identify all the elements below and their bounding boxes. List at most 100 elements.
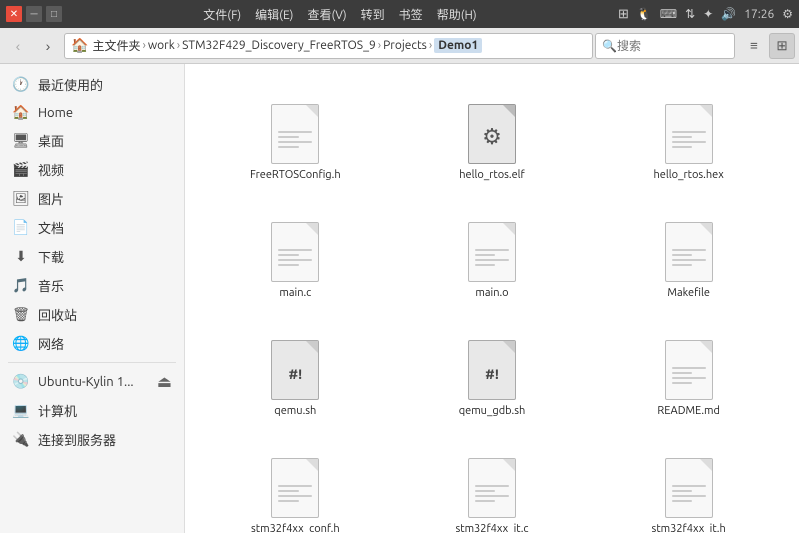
computer-icon: 💻: [12, 402, 30, 419]
home-sidebar-icon: 🏠: [12, 104, 30, 121]
connect-icon: 🔌: [12, 431, 30, 448]
forward-button[interactable]: ›: [34, 32, 62, 60]
file-item-hex[interactable]: hello_rtos.hex: [594, 80, 783, 190]
sidebar-label-pictures: 图片: [38, 189, 64, 208]
file-icon-hex: [665, 104, 713, 164]
search-input[interactable]: [617, 39, 727, 53]
breadcrumb-home[interactable]: 主文件夹: [92, 37, 140, 54]
sidebar-item-trash[interactable]: 🗑 回收站: [0, 300, 184, 329]
sidebar-label-desktop: 桌面: [38, 131, 64, 150]
breadcrumb-sep-3: ›: [378, 39, 381, 52]
window-title: 文件(F) 编辑(E) 查看(V) 转到 书签 帮助(H): [68, 6, 612, 23]
home-icon: 🏠: [71, 37, 88, 54]
menu-file[interactable]: 文件(F): [203, 6, 241, 23]
view-buttons: ≡ ⊞: [741, 33, 795, 59]
file-item-mainc[interactable]: main.c: [201, 198, 390, 308]
breadcrumb: 🏠 主文件夹 › work › STM32F429_Discovery_Free…: [64, 33, 593, 59]
gear-symbol-icon: ⚙: [482, 124, 502, 150]
menu-help[interactable]: 帮助(H): [437, 6, 477, 23]
file-item-readme[interactable]: README.md: [594, 316, 783, 426]
sidebar-label-documents: 文档: [38, 218, 64, 237]
breadcrumb-work[interactable]: work: [148, 39, 175, 52]
file-item-ith[interactable]: stm32f4xx_it.h: [594, 434, 783, 533]
toolbar: ‹ › 🏠 主文件夹 › work › STM32F429_Discovery_…: [0, 28, 799, 64]
network-icon: ⊞: [618, 7, 629, 22]
music-icon: 🎵: [12, 277, 30, 294]
close-button[interactable]: ✕: [6, 6, 22, 22]
back-button[interactable]: ‹: [4, 32, 32, 60]
sidebar-label-home: Home: [38, 106, 73, 120]
file-icon-mainc: [271, 222, 319, 282]
file-label-qemugdbsh: qemu_gdb.sh: [459, 404, 526, 418]
file-item-itc[interactable]: stm32f4xx_it.c: [398, 434, 587, 533]
minimize-button[interactable]: ─: [26, 6, 42, 22]
menu-view[interactable]: 查看(V): [307, 6, 346, 23]
sidebar-item-ubuntu[interactable]: 💿 Ubuntu-Kylin 1... ⏏: [0, 367, 184, 396]
file-label-qemush: qemu.sh: [274, 404, 316, 418]
file-item-makefile[interactable]: Makefile: [594, 198, 783, 308]
file-item-elf[interactable]: ⚙ hello_rtos.elf: [398, 80, 587, 190]
sidebar-label-video: 视频: [38, 160, 64, 179]
sidebar-item-documents[interactable]: 📄 文档: [0, 213, 184, 242]
file-label-ith: stm32f4xx_it.h: [652, 522, 726, 533]
file-item-qemugdbsh[interactable]: #! qemu_gdb.sh: [398, 316, 587, 426]
file-label-readme: README.md: [657, 404, 720, 418]
sidebar-item-connect[interactable]: 🔌 连接到服务器: [0, 425, 184, 454]
list-view-button[interactable]: ≡: [741, 33, 767, 59]
file-label-itc: stm32f4xx_it.c: [455, 522, 528, 533]
trash-icon: 🗑: [12, 306, 30, 323]
file-icon-script2: #!: [468, 340, 516, 400]
documents-icon: 📄: [12, 219, 30, 236]
breadcrumb-demo1[interactable]: Demo1: [434, 38, 482, 53]
sidebar-item-home[interactable]: 🏠 Home: [0, 99, 184, 126]
sidebar-item-computer[interactable]: 💻 计算机: [0, 396, 184, 425]
file-icon-header: [271, 104, 319, 164]
breadcrumb-stm[interactable]: STM32F429_Discovery_FreeRTOS_9: [182, 39, 376, 52]
file-area: FreeRTOSConfig.h ⚙ hello_rtos.elf hello_…: [185, 64, 799, 533]
search-icon: 🔍: [602, 39, 617, 53]
hash-badge-icon: #!: [289, 366, 303, 382]
download-icon: ⬇: [12, 248, 30, 265]
sidebar-item-download[interactable]: ⬇ 下载: [0, 242, 184, 271]
file-item-qemush[interactable]: #! qemu.sh: [201, 316, 390, 426]
breadcrumb-projects[interactable]: Projects: [383, 39, 427, 52]
recent-icon: 🕐: [12, 76, 30, 93]
menu-edit[interactable]: 编辑(E): [255, 6, 293, 23]
tux-icon: 🐧: [637, 7, 652, 21]
file-item-freertoconfigh[interactable]: FreeRTOSConfig.h: [201, 80, 390, 190]
ubuntu-icon: 💿: [12, 373, 30, 390]
sidebar-label-download: 下载: [38, 247, 64, 266]
sidebar-label-recent: 最近使用的: [38, 75, 103, 94]
sidebar-item-recent[interactable]: 🕐 最近使用的: [0, 70, 184, 99]
video-icon: 🎬: [12, 161, 30, 178]
keyboard-icon: ⌨: [660, 7, 677, 21]
grid-view-button[interactable]: ⊞: [769, 33, 795, 59]
menu-bookmarks[interactable]: 书签: [399, 6, 423, 23]
sidebar-item-network[interactable]: 🌐 网络: [0, 329, 184, 358]
file-icon-makefile: [665, 222, 713, 282]
maximize-button[interactable]: □: [46, 6, 62, 22]
file-label-elf: hello_rtos.elf: [459, 168, 524, 182]
file-item-confh[interactable]: stm32f4xx_conf.h: [201, 434, 390, 533]
menu-goto[interactable]: 转到: [361, 6, 385, 23]
hash-badge2-icon: #!: [485, 366, 499, 382]
sidebar-item-music[interactable]: 🎵 音乐: [0, 271, 184, 300]
settings-icon[interactable]: ⚙: [782, 7, 793, 21]
sidebar-label-trash: 回收站: [38, 305, 77, 324]
titlebar-right: ⊞ 🐧 ⌨ ⇅ ✦ 🔊 17:26 ⚙: [618, 7, 793, 22]
file-item-maino[interactable]: main.o: [398, 198, 587, 308]
file-label-makefile: Makefile: [667, 286, 709, 300]
file-icon-gear: ⚙: [468, 104, 516, 164]
window-controls[interactable]: ✕ ─ □: [6, 6, 62, 22]
eject-button[interactable]: ⏏: [157, 372, 172, 391]
time-display: 17:26: [744, 8, 774, 21]
search-box[interactable]: 🔍: [595, 33, 735, 59]
sidebar: 🕐 最近使用的 🏠 Home 🖥 桌面 🎬 视频 🖼 图片 📄 文档 ⬇ 下载: [0, 64, 185, 533]
volume-icon: 🔊: [721, 7, 736, 21]
sidebar-item-pictures[interactable]: 🖼 图片: [0, 184, 184, 213]
sidebar-item-desktop[interactable]: 🖥 桌面: [0, 126, 184, 155]
sidebar-label-music: 音乐: [38, 276, 64, 295]
file-icon-maino: [468, 222, 516, 282]
file-icon-readme: [665, 340, 713, 400]
sidebar-item-video[interactable]: 🎬 视频: [0, 155, 184, 184]
